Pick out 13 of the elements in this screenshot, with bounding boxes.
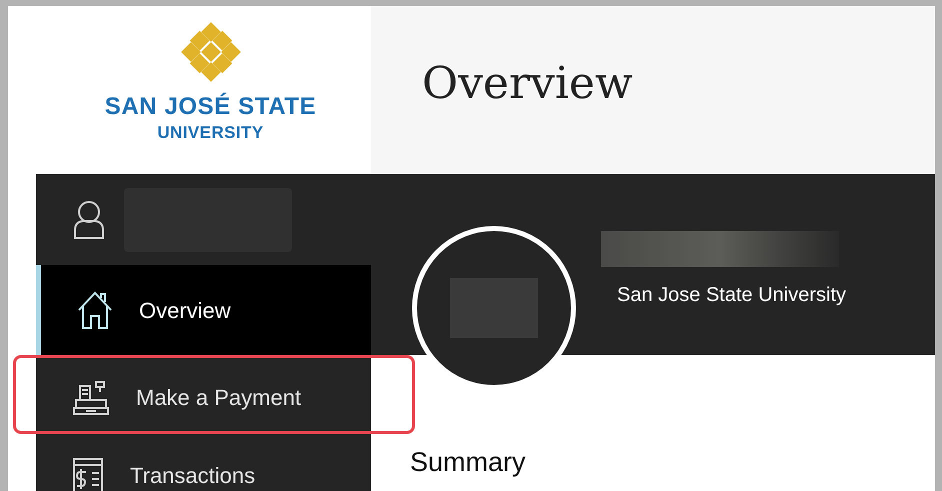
sidebar-item[interactable]: Make a Payment xyxy=(36,355,371,440)
logo-text: UNIVERSITY xyxy=(157,122,264,144)
sidebar-item[interactable]: Overview xyxy=(36,265,371,355)
user-icon xyxy=(72,200,106,240)
page-title: Overview xyxy=(422,57,633,111)
statement-icon xyxy=(72,457,104,491)
section-heading: Summary xyxy=(410,446,527,479)
sidebar-item[interactable]: Transactions xyxy=(36,440,371,491)
house-icon xyxy=(77,290,113,330)
organization-name: San Jose State University xyxy=(617,283,846,308)
logo-text: SAN JOSÉ STATE xyxy=(104,92,316,122)
cash-register-icon xyxy=(72,380,110,416)
star-logo-icon xyxy=(180,22,240,82)
